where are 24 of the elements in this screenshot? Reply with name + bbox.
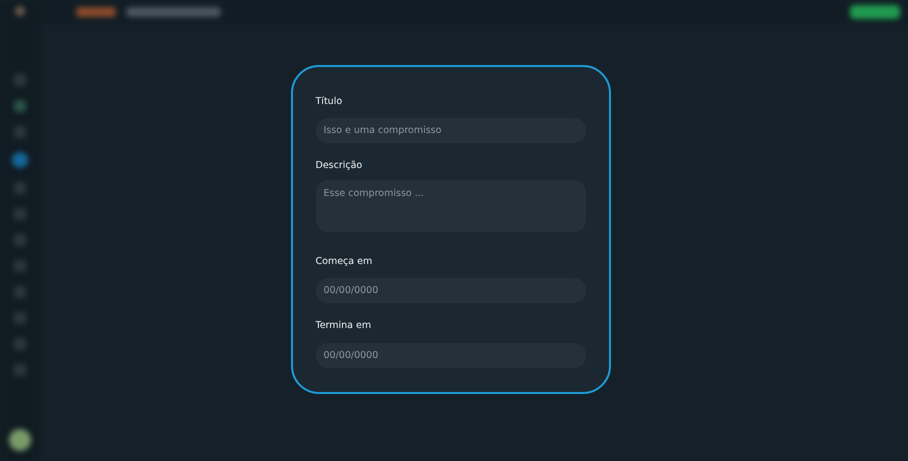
sidebar-icon[interactable] (12, 152, 28, 168)
tag-shape (76, 7, 116, 17)
field-label: Título (316, 94, 344, 108)
input-field[interactable]: 00/00/0000 (316, 342, 586, 368)
sidebar-icon[interactable] (14, 286, 26, 298)
avatar-icon[interactable] (9, 429, 31, 451)
sidebar-icon[interactable] (14, 100, 26, 112)
sidebar-icon[interactable] (14, 208, 26, 220)
field-label: Começa em (316, 255, 374, 269)
field-label: Descrição (316, 158, 364, 173)
input-field[interactable]: 00/00/0000 (316, 278, 586, 304)
input-field[interactable]: Isso e uma compromisso (316, 118, 586, 143)
sidebar-icon[interactable] (14, 126, 26, 138)
avatar-icon (15, 6, 25, 16)
sidebar-icon[interactable] (14, 182, 26, 194)
action-button[interactable] (850, 5, 900, 19)
sidebar-icon[interactable] (14, 234, 26, 246)
sidebar-icon[interactable] (14, 338, 26, 350)
field-label: Termina em (316, 319, 372, 334)
sidebar-icon[interactable] (14, 312, 26, 324)
textarea-field[interactable]: Esse compromisso ... (316, 180, 586, 232)
sidebar-icon[interactable] (14, 74, 26, 86)
sidebar-icon[interactable] (14, 260, 26, 272)
sidebar-icon[interactable] (14, 364, 26, 376)
